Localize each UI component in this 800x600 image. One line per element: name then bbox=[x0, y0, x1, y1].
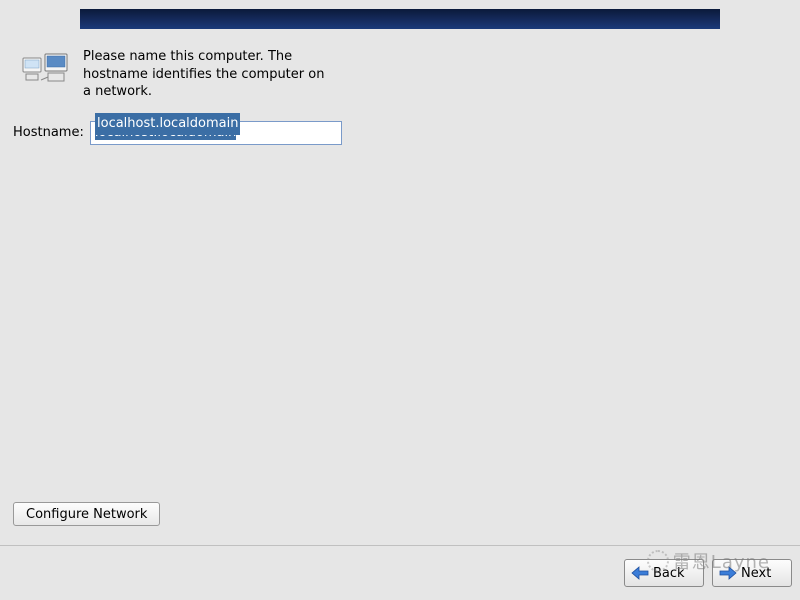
content-area: Please name this computer. The hostname … bbox=[13, 48, 787, 145]
header-row: Please name this computer. The hostname … bbox=[13, 48, 787, 101]
next-button-label: Next bbox=[741, 566, 771, 581]
arrow-left-icon bbox=[631, 566, 649, 580]
computer-network-icon bbox=[21, 52, 71, 92]
top-banner bbox=[80, 9, 720, 29]
hostname-row: Hostname: bbox=[13, 121, 787, 145]
next-button[interactable]: Next bbox=[712, 559, 792, 587]
hostname-input[interactable] bbox=[90, 121, 342, 145]
description-text: Please name this computer. The hostname … bbox=[83, 48, 333, 101]
hostname-label: Hostname: bbox=[13, 125, 84, 140]
back-button-label: Back bbox=[653, 566, 685, 581]
navigation-bar: Back Next bbox=[0, 545, 800, 600]
configure-network-button[interactable]: Configure Network bbox=[13, 502, 160, 526]
back-button[interactable]: Back bbox=[624, 559, 704, 587]
arrow-right-icon bbox=[719, 566, 737, 580]
